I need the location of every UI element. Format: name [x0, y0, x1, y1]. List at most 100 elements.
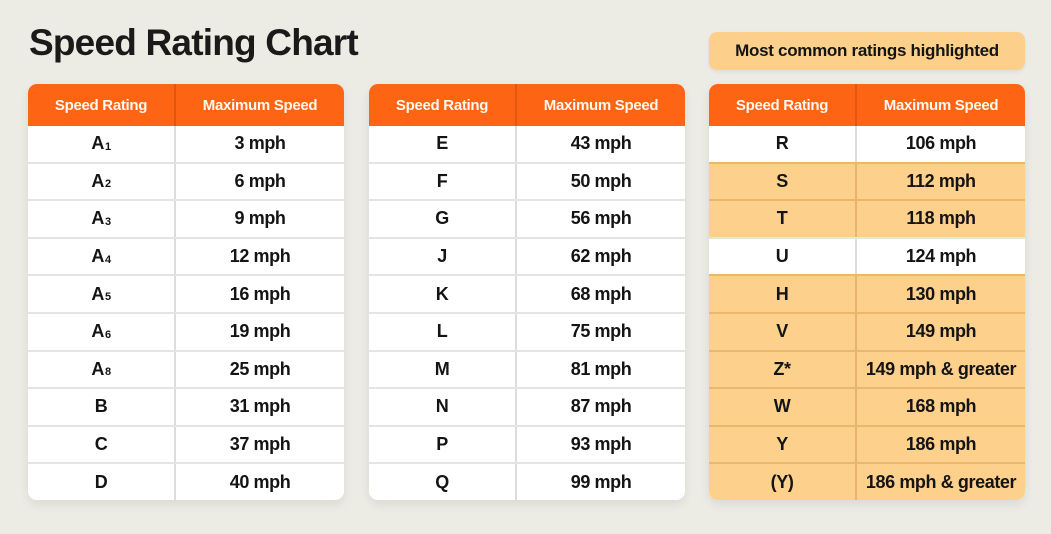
- speed-rating-cell: H: [709, 276, 858, 312]
- rating-letter: R: [775, 133, 789, 154]
- table-row: A1 3 mph: [28, 126, 344, 162]
- table-row-highlighted: Z* 149 mph & greater: [709, 349, 1025, 388]
- rating-letter: Z*: [773, 358, 791, 379]
- table-row: R 106 mph: [709, 126, 1025, 162]
- maximum-speed-cell: 3 mph: [234, 133, 286, 154]
- speed-rating-cell: A6: [28, 313, 177, 350]
- maximum-speed-cell: 19 mph: [229, 321, 291, 342]
- maximum-speed-cell: 130 mph: [905, 283, 977, 304]
- speed-rating-cell: V: [709, 313, 858, 350]
- rating-subscript: 2: [104, 178, 111, 191]
- table-row: A 6 19 mph: [28, 311, 344, 350]
- maximum-speed-cell: 68 mph: [570, 283, 632, 304]
- maximum-speed-cell: 6 mph: [234, 170, 286, 191]
- rating-letter: D: [94, 471, 108, 492]
- speed-rating-cell: L: [369, 313, 518, 350]
- rating-letter: B: [94, 396, 108, 417]
- table-body: A13 mph A 2 6 mph A 3 9 mph A 4 12 mph A 5 16 mph A 6 1…: [28, 126, 344, 500]
- maximum-speed-cell: 112 mph: [906, 170, 976, 191]
- table-row: D 40 mph: [28, 462, 344, 500]
- maximum-speed-cell: 56 mph: [570, 208, 632, 229]
- speed-rating-cell: K: [369, 276, 518, 312]
- maximum-speed-cell: 50 mph: [570, 170, 632, 191]
- table-row: G 56 mph: [369, 199, 685, 237]
- speed-rating-cell: A3: [28, 201, 177, 237]
- rating-letter: H: [775, 283, 789, 304]
- rating-letter: A: [91, 133, 104, 154]
- speed-rating-cell: S: [709, 163, 858, 200]
- speed-rating-cell: Q: [369, 464, 518, 500]
- table-row: K 68 mph: [369, 274, 685, 312]
- speed-rating-cell: Y: [709, 426, 858, 463]
- table-row: Q 99 mph: [369, 462, 685, 500]
- rating-letter: S: [776, 170, 788, 191]
- maximum-speed-cell: 16 mph: [229, 283, 291, 304]
- speed-rating-cell: (Y): [709, 464, 858, 500]
- maximum-speed-cell: 75 mph: [570, 321, 632, 342]
- table-row: C 37 mph: [28, 424, 344, 463]
- speed-rating-cell: T: [709, 201, 858, 237]
- maximum-speed-cell: 9 mph: [234, 208, 286, 229]
- speed-rating-cell: D: [28, 464, 177, 500]
- table-row: L 75 mph: [369, 311, 685, 350]
- rating-letter: E: [436, 133, 448, 154]
- maximum-speed-cell: 168 mph: [905, 396, 977, 417]
- maximum-speed-cell: 87 mph: [570, 396, 632, 417]
- table-row: A 8 25 mph: [28, 349, 344, 388]
- rating-letter: Y: [776, 434, 788, 455]
- page-title: Speed Rating Chart: [29, 22, 359, 63]
- header-maximum-speed: Maximum Speed: [883, 96, 999, 114]
- maximum-speed-cell: 186 mph: [905, 434, 977, 455]
- rating-letter: L: [436, 321, 448, 342]
- maximum-speed-cell: 99 mph: [570, 471, 632, 492]
- table-row-highlighted: (Y) 186 mph & greater: [709, 462, 1025, 500]
- table-row: B 31 mph: [28, 387, 344, 425]
- rating-subscript: 6: [104, 328, 111, 341]
- speed-rating-cell: N: [369, 389, 518, 425]
- rating-letter: V: [776, 321, 788, 342]
- maximum-speed-cell: 93 mph: [570, 434, 632, 455]
- table-row-highlighted: W 168 mph: [709, 387, 1025, 425]
- rating-letter: A: [91, 358, 104, 379]
- speed-rating-cell: F: [369, 163, 518, 200]
- table-header: Speed Rating Maximum Speed: [28, 84, 344, 126]
- table-row: N 87 mph: [369, 387, 685, 425]
- speed-rating-cell: J: [369, 238, 518, 275]
- rating-letter: W: [773, 396, 791, 417]
- rating-letter: T: [776, 208, 788, 229]
- rating-letter: A: [91, 170, 104, 191]
- rating-letter: A: [91, 208, 104, 229]
- rating-letter: Q: [435, 471, 449, 492]
- table-row: E 43 mph: [369, 126, 685, 162]
- table-body: R 106 mph S 112 mph T 118 mph U 124 mph H 130 mph…: [709, 126, 1025, 500]
- rating-letter: C: [94, 434, 108, 455]
- speed-rating-cell: A5: [28, 276, 177, 312]
- maximum-speed-cell: 186 mph & greater: [865, 471, 1017, 492]
- speed-rating-cell: A4: [28, 238, 177, 275]
- table-body: E 43 mph F 50 mph G 56 mph J 62 mph K 68 mph L 75 m…: [369, 126, 685, 500]
- table-row: M 81 mph: [369, 349, 685, 388]
- maximum-speed-cell: 25 mph: [229, 358, 291, 379]
- rating-letter: A: [91, 283, 104, 304]
- rating-letter: U: [775, 246, 789, 267]
- table-row: P 93 mph: [369, 424, 685, 463]
- table-row: A2 6 mph: [28, 161, 344, 200]
- rating-letter: M: [434, 358, 450, 379]
- table-row: U 124 mph: [709, 236, 1025, 275]
- speed-rating-cell: A1: [28, 126, 177, 162]
- maximum-speed-cell: 31 mph: [229, 396, 291, 417]
- table-row-highlighted: V 149 mph: [709, 311, 1025, 350]
- maximum-speed-cell: 149 mph: [905, 321, 977, 342]
- rating-subscript: 8: [104, 366, 111, 379]
- maximum-speed-cell: 43 mph: [570, 133, 632, 154]
- table-row-highlighted: Y 186 mph: [709, 424, 1025, 463]
- speed-rating-cell: R: [709, 126, 858, 162]
- rating-letter: A: [91, 246, 104, 267]
- maximum-speed-cell: 149 mph & greater: [865, 358, 1017, 379]
- speed-rating-cell: E: [369, 126, 518, 162]
- speed-rating-cell: A2: [28, 163, 177, 200]
- maximum-speed-cell: 12 mph: [229, 246, 291, 267]
- maximum-speed-cell: 81 mph: [570, 358, 632, 379]
- speed-rating-cell: Z*: [709, 351, 858, 388]
- table-row-highlighted: T 118 mph: [709, 199, 1025, 237]
